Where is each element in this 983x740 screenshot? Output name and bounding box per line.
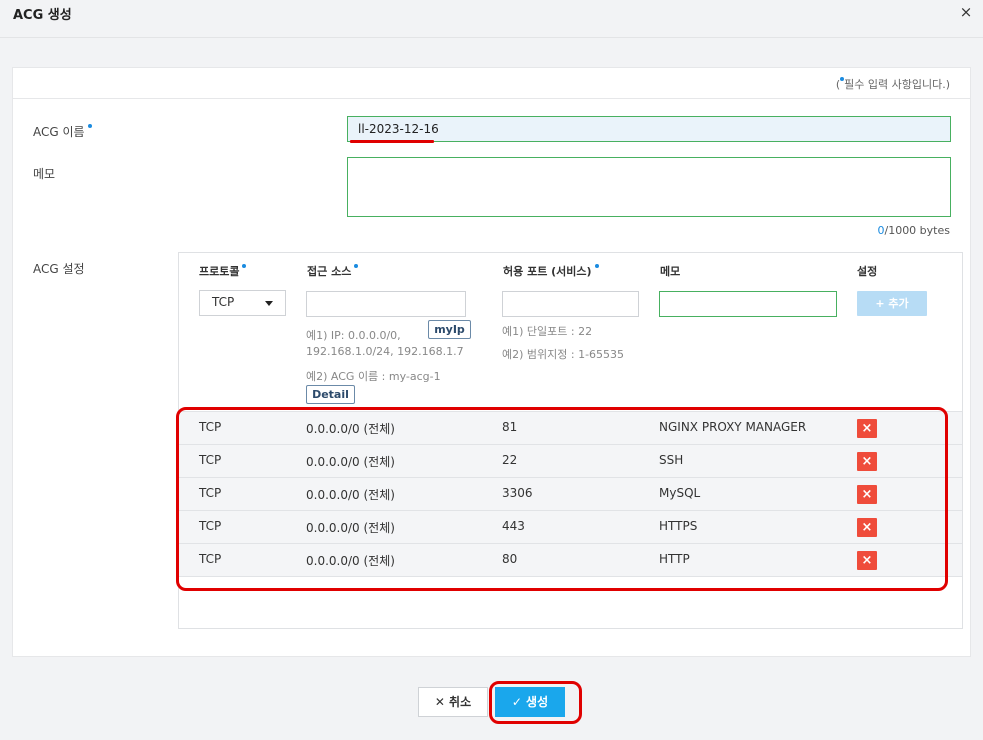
acg-name-input[interactable] — [347, 116, 951, 142]
source-hint-2: 192.168.1.0/24, 192.168.1.7 — [306, 345, 464, 358]
table-row: TCP 0.0.0.0/0 (전체) 22 SSH × — [179, 444, 962, 477]
byte-counter: 0/1000 bytes — [877, 224, 950, 237]
rule-protocol: TCP — [199, 552, 222, 566]
source-hint-1: 예1) IP: 0.0.0.0/0, — [306, 329, 401, 342]
header-memo: 메모 — [660, 265, 681, 278]
header-protocol: 프로토콜 — [199, 263, 247, 279]
acg-setting-label: ACG 설정 — [33, 262, 85, 276]
table-row: TCP 0.0.0.0/0 (전체) 443 HTTPS × — [179, 510, 962, 543]
detail-button[interactable]: Detail — [306, 385, 355, 404]
create-button[interactable]: ✓ 생성 — [495, 687, 565, 717]
required-dot-icon — [242, 264, 247, 268]
memo-label: 메모 — [33, 167, 56, 181]
required-note-text: 필수 입력 사항입니다.) — [844, 78, 950, 91]
add-rule-button[interactable]: + 추가 — [857, 291, 927, 316]
rule-source: 0.0.0.0/0 (전체) — [306, 554, 395, 568]
rule-memo: HTTPS — [659, 519, 698, 533]
rule-source: 0.0.0.0/0 (전체) — [306, 488, 395, 502]
form-panel: (필수 입력 사항입니다.) ACG 이름 메모 0/1000 bytes AC… — [12, 67, 971, 657]
delete-icon[interactable]: × — [857, 485, 877, 504]
annotation-underline — [350, 140, 434, 143]
required-note: (필수 입력 사항입니다.) — [836, 76, 950, 92]
port-hint-1: 예1) 단일포트 : 22 — [502, 325, 593, 338]
header-source-text: 접근 소스 — [307, 265, 352, 278]
delete-icon[interactable]: × — [857, 551, 877, 570]
rule-memo-input[interactable] — [659, 291, 837, 317]
close-icon[interactable]: × — [958, 4, 974, 20]
protocol-select[interactable]: TCP — [199, 290, 286, 316]
rule-memo: NGINX PROXY MANAGER — [659, 420, 807, 434]
rule-protocol: TCP — [199, 486, 222, 500]
header-protocol-text: 프로토콜 — [199, 265, 240, 278]
source-input[interactable] — [306, 291, 466, 317]
rule-source: 0.0.0.0/0 (전체) — [306, 455, 395, 469]
table-divider — [179, 576, 962, 577]
table-row: TCP 0.0.0.0/0 (전체) 80 HTTP × — [179, 543, 962, 576]
required-dot-icon — [354, 264, 359, 268]
delete-icon[interactable]: × — [857, 452, 877, 471]
cancel-button[interactable]: ✕ 취소 — [418, 687, 488, 717]
acg-rules-table: 프로토콜 접근 소스 허용 포트 (서비스) 메모 설정 TCP + 추가 예1… — [178, 252, 963, 629]
dialog-header: ACG 생성 × — [0, 0, 983, 38]
port-input[interactable] — [502, 291, 639, 317]
dialog-title: ACG 생성 — [13, 8, 72, 23]
required-dot-icon — [87, 124, 92, 128]
rule-port: 443 — [502, 519, 525, 533]
source-hint-3: 예2) ACG 이름 : my-acg-1 — [306, 370, 441, 383]
rule-port: 81 — [502, 420, 518, 434]
delete-icon[interactable]: × — [857, 419, 877, 438]
delete-icon[interactable]: × — [857, 518, 877, 537]
memo-textarea[interactable] — [347, 157, 951, 217]
rule-memo: HTTP — [659, 552, 690, 566]
acg-name-label-text: ACG 이름 — [33, 125, 85, 139]
rule-source: 0.0.0.0/0 (전체) — [306, 422, 395, 436]
header-setting: 설정 — [857, 265, 878, 278]
port-hint-2: 예2) 범위지정 : 1-65535 — [502, 348, 625, 361]
rule-protocol: TCP — [199, 519, 222, 533]
rule-source: 0.0.0.0/0 (전체) — [306, 521, 395, 535]
rule-protocol: TCP — [199, 453, 222, 467]
panel-divider — [13, 98, 970, 99]
rule-port: 3306 — [502, 486, 533, 500]
rule-port: 22 — [502, 453, 518, 467]
rule-memo: MySQL — [659, 486, 701, 500]
caret-down-icon — [265, 301, 273, 306]
header-port-text: 허용 포트 (서비스) — [503, 265, 592, 278]
rule-protocol: TCP — [199, 420, 222, 434]
protocol-select-value: TCP — [212, 295, 235, 309]
header-source: 접근 소스 — [307, 263, 359, 279]
rule-memo: SSH — [659, 453, 684, 467]
acg-name-label: ACG 이름 — [33, 123, 92, 140]
table-row: TCP 0.0.0.0/0 (전체) 81 NGINX PROXY MANAGE… — [179, 411, 962, 444]
required-dot-icon — [594, 264, 599, 268]
byte-limit: /1000 bytes — [884, 224, 950, 237]
rule-port: 80 — [502, 552, 518, 566]
table-row: TCP 0.0.0.0/0 (전체) 3306 MySQL × — [179, 477, 962, 510]
myip-button[interactable]: myIp — [428, 320, 471, 339]
header-port: 허용 포트 (서비스) — [503, 263, 599, 279]
